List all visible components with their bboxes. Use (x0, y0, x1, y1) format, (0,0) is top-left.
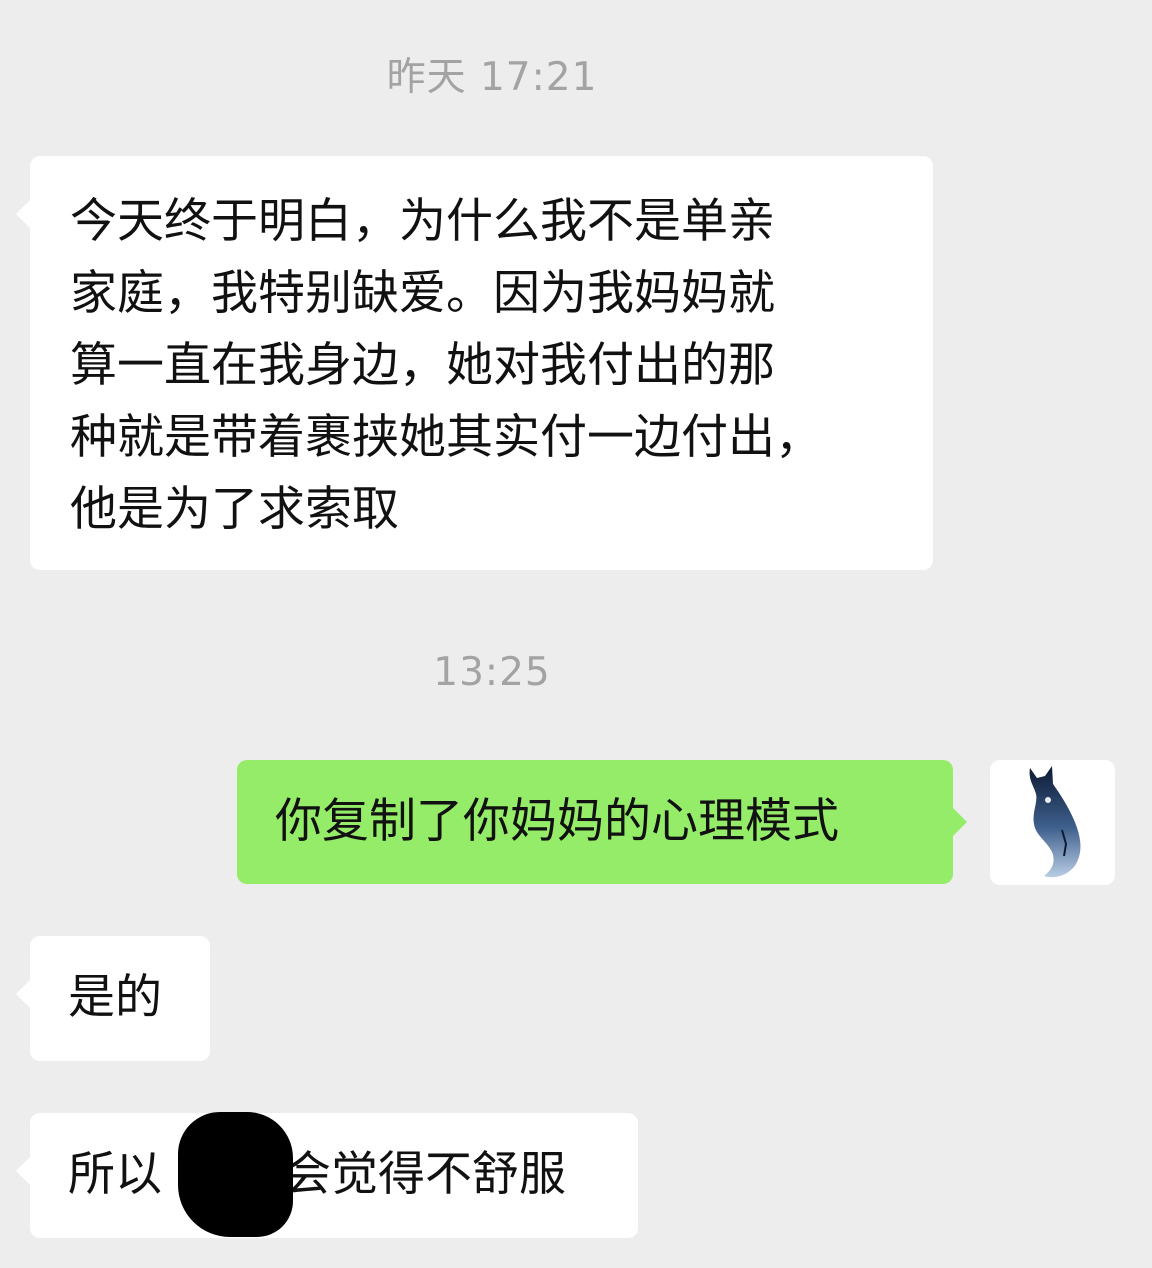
message-bubble-incoming[interactable]: 所以 会觉得不舒服 (16, 1113, 638, 1238)
message-text-partial: 所以 会觉得不舒服 (68, 1139, 638, 1211)
timestamp: 13:25 (433, 650, 551, 695)
message-bubble-incoming[interactable]: 今天终于明白，为什么我不是单亲 家庭，我特别缺爱。因为我妈妈就 算一直在我身边，… (16, 156, 933, 570)
message-text-after: 会觉得不舒服 (284, 1147, 566, 1202)
message-line: 今天终于明白，为什么我不是单亲 (70, 194, 775, 249)
message-text: 是的 (68, 970, 162, 1025)
message-bubble-incoming[interactable]: 是的 (16, 936, 210, 1061)
user-avatar[interactable] (990, 760, 1115, 885)
message-line: 他是为了求索取 (70, 482, 399, 537)
cat-silhouette-avatar-icon (1029, 766, 1081, 878)
redaction-scribble (178, 1112, 293, 1237)
message-line: 算一直在我身边，她对我付出的那 (70, 338, 775, 393)
message-line: 家庭，我特别缺爱。因为我妈妈就 (70, 266, 775, 321)
message-line: 种就是带着裹挟她其实付一边付出， (70, 410, 822, 465)
message-bubble-outgoing[interactable]: 你复制了你妈妈的心理模式 (237, 760, 967, 884)
timestamp: 昨天 17:21 (386, 55, 598, 100)
message-text-before: 所以 (68, 1147, 162, 1202)
message-text: 你复制了你妈妈的心理模式 (275, 794, 839, 849)
